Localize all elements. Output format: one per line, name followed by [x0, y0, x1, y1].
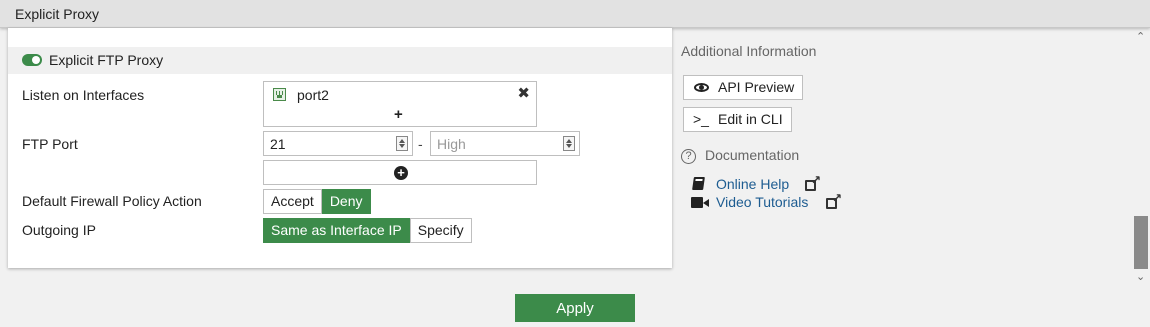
- scrollbar-thumb[interactable]: [1134, 216, 1148, 269]
- port-range-separator: -: [418, 136, 423, 152]
- remove-interface-icon[interactable]: ✖: [517, 84, 530, 102]
- outgoing-ip-selector: Same as Interface IP Specify: [263, 218, 472, 243]
- documentation-title: Documentation: [705, 147, 800, 163]
- top-bar: Explicit Proxy: [0, 0, 1150, 28]
- ftp-proxy-toggle[interactable]: [22, 54, 42, 66]
- ftp-port-high-input[interactable]: High: [430, 131, 580, 156]
- ftp-port-label: FTP Port: [22, 136, 78, 152]
- plus-circle-icon: +: [394, 166, 408, 180]
- video-tutorials-link[interactable]: Video Tutorials: [716, 194, 808, 210]
- spinner-icon[interactable]: [396, 136, 408, 151]
- section-title: Explicit FTP Proxy: [49, 52, 164, 68]
- api-preview-button[interactable]: API Preview: [683, 75, 804, 100]
- scroll-down-icon[interactable]: ⌄: [1136, 270, 1145, 283]
- listen-interfaces-field[interactable]: port2 ✖ +: [263, 81, 537, 127]
- add-interface-button[interactable]: +: [394, 106, 403, 123]
- terminal-icon: >_: [693, 111, 709, 127]
- external-link-icon: [826, 191, 842, 209]
- ftp-port-high-placeholder: High: [437, 136, 466, 152]
- policy-deny-option[interactable]: Deny: [321, 189, 371, 214]
- edit-cli-button[interactable]: >_ Edit in CLI: [683, 107, 792, 132]
- scroll-up-icon[interactable]: ⌃: [1136, 30, 1145, 43]
- eye-icon: [694, 83, 709, 92]
- edit-cli-label: Edit in CLI: [718, 111, 783, 127]
- interface-item-port2: port2: [297, 87, 329, 103]
- settings-panel: Explicit FTP Proxy Listen on Interfaces …: [8, 28, 672, 268]
- spinner-icon[interactable]: [563, 136, 575, 151]
- default-policy-selector: Accept Deny: [263, 189, 371, 214]
- ftp-port-low-value: 21: [270, 136, 286, 152]
- help-circle-icon: ?: [681, 149, 696, 164]
- default-policy-label: Default Firewall Policy Action: [22, 193, 202, 209]
- outgoing-ip-label: Outgoing IP: [22, 222, 96, 238]
- page-title: Explicit Proxy: [15, 6, 100, 22]
- additional-info-title: Additional Information: [681, 43, 817, 59]
- outgoing-ip-specify-option[interactable]: Specify: [409, 218, 472, 243]
- external-link-icon: [805, 173, 821, 191]
- video-camera-icon: [691, 197, 709, 208]
- api-preview-label: API Preview: [718, 79, 795, 95]
- book-icon: [692, 177, 705, 190]
- apply-button[interactable]: Apply: [515, 294, 635, 322]
- listen-interfaces-label: Listen on Interfaces: [22, 87, 145, 103]
- policy-accept-option[interactable]: Accept: [263, 189, 322, 214]
- port-icon: [273, 88, 286, 101]
- outgoing-ip-same-option[interactable]: Same as Interface IP: [263, 218, 410, 243]
- ftp-port-low-input[interactable]: 21: [263, 131, 413, 156]
- section-header: Explicit FTP Proxy: [8, 47, 672, 74]
- add-port-range-button[interactable]: +: [263, 160, 537, 185]
- online-help-link[interactable]: Online Help: [716, 176, 789, 192]
